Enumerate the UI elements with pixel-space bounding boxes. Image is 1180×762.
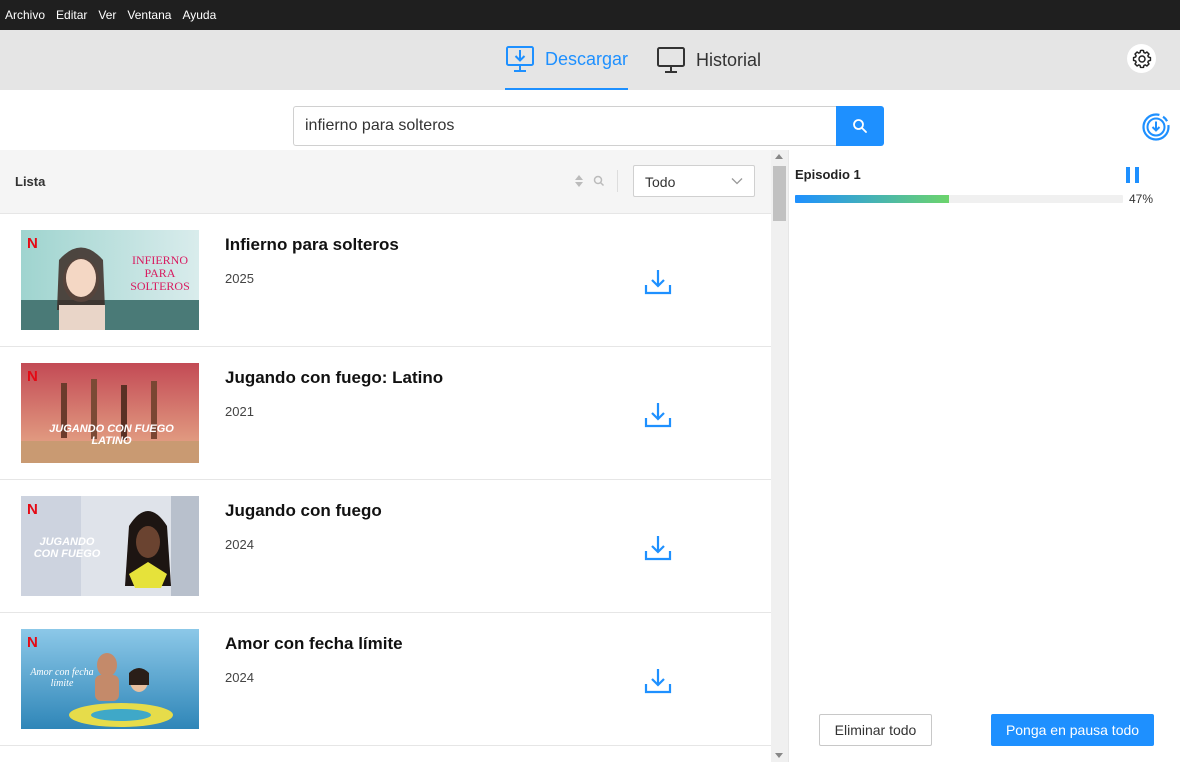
search-button[interactable] xyxy=(836,106,884,146)
monitor-icon xyxy=(657,47,685,73)
episode-title: Episodio 1 xyxy=(795,167,861,182)
tab-history-label: Historial xyxy=(696,49,762,70)
menu-ayuda[interactable]: Ayuda xyxy=(182,8,216,22)
list-item: N INFIERNO PARA SOLTEROS Infierno para s… xyxy=(0,214,771,347)
download-queue-panel: Episodio 1 47% Eliminar todo Ponga en pa… xyxy=(788,150,1180,762)
pause-icon[interactable] xyxy=(1126,167,1140,183)
search-input[interactable] xyxy=(293,106,837,146)
top-nav: Descargar Historial xyxy=(0,30,1180,90)
list-scrollbar[interactable] xyxy=(771,150,788,762)
item-title: Jugando con fuego: Latino xyxy=(225,368,444,387)
scroll-down-arrow[interactable] xyxy=(775,753,783,758)
item-year: 2024 xyxy=(225,537,254,552)
item-year: 2021 xyxy=(225,404,254,419)
netflix-logo: N xyxy=(27,368,38,385)
item-year: 2024 xyxy=(225,670,254,685)
scroll-up-arrow[interactable] xyxy=(775,154,783,159)
filter-value: Todo xyxy=(645,174,676,190)
menu-bar: Archivo Editar Ver Ventana Ayuda xyxy=(0,0,1180,30)
remove-all-button[interactable]: Eliminar todo xyxy=(819,714,932,746)
progress-percent: 47% xyxy=(1129,192,1154,206)
menu-editar[interactable]: Editar xyxy=(56,8,87,22)
netflix-logo: N xyxy=(27,501,38,518)
menu-ver[interactable]: Ver xyxy=(98,8,116,22)
download-queue-button[interactable] xyxy=(1141,112,1171,142)
poster-caption: Amor con fecha límite xyxy=(30,667,94,689)
menu-archivo[interactable]: Archivo xyxy=(5,8,45,22)
list-title: Lista xyxy=(15,174,46,189)
progress-bar xyxy=(795,195,1123,203)
settings-button[interactable] xyxy=(1127,44,1156,73)
download-icon[interactable] xyxy=(643,533,673,563)
thumbnail: N JUGANDO CON FUEGO xyxy=(21,496,199,596)
poster-image xyxy=(21,363,199,463)
tab-download-label: Descargar xyxy=(545,48,629,69)
item-title: Amor con fecha límite xyxy=(225,634,403,653)
poster-caption: JUGANDO CON FUEGO LATINO xyxy=(49,423,174,447)
item-title: Jugando con fuego xyxy=(225,501,382,520)
progress-fill xyxy=(795,195,950,203)
list-item: N Amor con fecha límite Amor con fecha l… xyxy=(0,613,771,746)
poster-caption: JUGANDO CON FUEGO xyxy=(33,536,101,560)
filter-select[interactable]: Todo xyxy=(633,165,755,197)
sort-icon[interactable] xyxy=(574,174,584,188)
netflix-logo: N xyxy=(27,235,38,252)
menu-ventana[interactable]: Ventana xyxy=(127,8,171,22)
monitor-download-icon xyxy=(506,46,534,72)
download-icon[interactable] xyxy=(643,400,673,430)
header-divider xyxy=(617,170,618,192)
thumbnail: N INFIERNO PARA SOLTEROS xyxy=(21,230,199,330)
circle-download-icon xyxy=(1142,113,1170,141)
results-list-panel: Lista Todo N INFIERNO PARA SOLTEROS Infi… xyxy=(0,150,771,762)
tab-download[interactable]: Descargar xyxy=(505,30,629,90)
list-search-icon[interactable] xyxy=(593,175,605,187)
chevron-down-icon xyxy=(731,178,743,185)
list-header: Lista Todo xyxy=(0,150,771,214)
download-icon[interactable] xyxy=(643,666,673,696)
gear-icon xyxy=(1132,49,1151,68)
list-item: N JUGANDO CON FUEGO LATINO Jugando con f… xyxy=(0,347,771,480)
poster-caption: INFIERNO PARA SOLTEROS xyxy=(130,253,190,293)
tab-history[interactable]: Historial xyxy=(656,30,761,90)
list-item: N JUGANDO CON FUEGO Jugando con fuego 20… xyxy=(0,480,771,613)
item-year: 2025 xyxy=(225,271,254,286)
thumbnail: N JUGANDO CON FUEGO LATINO xyxy=(21,363,199,463)
thumbnail: N Amor con fecha límite xyxy=(21,629,199,729)
netflix-logo: N xyxy=(27,634,38,651)
download-icon[interactable] xyxy=(643,267,673,297)
pause-all-button[interactable]: Ponga en pausa todo xyxy=(991,714,1154,746)
scroll-thumb[interactable] xyxy=(773,166,786,221)
search-icon xyxy=(853,119,867,133)
item-title: Infierno para solteros xyxy=(225,235,399,254)
